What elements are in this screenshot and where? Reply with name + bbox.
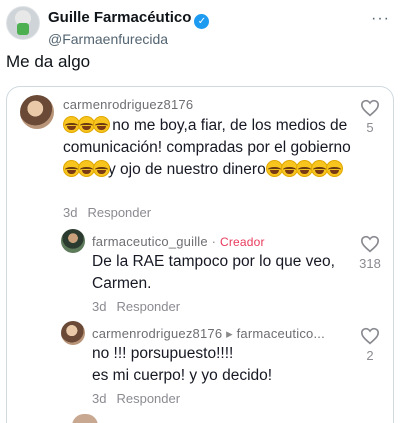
like-count: 318 [359,256,381,271]
author-avatar[interactable] [6,6,40,40]
like-count: 2 [366,348,374,363]
comment-text-line: no !!! porsupuesto!!!! [92,345,234,362]
comment-meta: 3d Responder [92,299,180,314]
heart-icon [360,327,380,345]
like-button[interactable]: 318 [352,235,388,271]
comment-item-reply: carmenrodriguez8176 ▸ farmaceutico... no… [7,319,393,415]
comment-text: no !!! porsupuesto!!!! es mi cuerpo! y y… [92,343,342,387]
laughing-emoji-icon [93,116,110,133]
comments-screenshot-card: carmenrodriguez8176 no me boy,a fiar, de… [6,86,394,423]
comment-time: 3d [63,205,78,220]
creator-avatar [61,229,85,253]
comment-time: 3d [92,299,107,314]
comment-text: De la RAE tampoco por lo que veo, Carmen… [92,253,335,292]
laughing-emoji-icon [93,160,110,177]
comment-username: carmenrodriguez8176 ▸ farmaceutico... [92,326,325,342]
laughing-emoji-icon [325,160,343,177]
comment-username: farmaceutico_guille · Creador [92,234,265,249]
comment-meta: 3d Responder [92,391,180,406]
comment-time: 3d [92,391,107,406]
heart-icon [360,235,380,253]
comment-item: carmenrodriguez8176 no me boy,a fiar, de… [7,87,393,227]
like-count: 5 [366,120,374,135]
reply-to-username: farmaceutico... [236,326,325,341]
comment-meta: 3d Responder [63,205,151,220]
reply-button[interactable]: Responder [116,299,180,314]
author-handle[interactable]: @Farmaenfurecida [48,31,209,47]
creator-badge: Creador [219,235,265,249]
author-display-name[interactable]: Guille Farmacéutico [48,9,191,26]
more-options-icon[interactable]: ··· [371,10,390,28]
comment-text-part: y ojo de nuestro dinero [108,161,266,178]
like-button[interactable]: 5 [355,99,385,135]
reply-button[interactable]: Responder [87,205,151,220]
commenter-avatar [61,321,85,345]
tweet-header: Guille Farmacéutico ✓ @Farmaenfurecida ··… [6,4,394,47]
verified-badge-icon: ✓ [194,14,210,29]
creator-username: farmaceutico_guille [92,234,208,249]
comment-username: carmenrodriguez8176 [63,97,194,112]
reply-arrow-icon: ▸ [222,326,237,341]
author-info: Guille Farmacéutico ✓ @Farmaenfurecida [48,9,210,47]
reply-username: carmenrodriguez8176 [92,326,223,341]
comment-text: no me boy,a fiar, de los medios de comun… [63,115,353,181]
tweet-text: Me da algo [6,52,91,71]
reply-button[interactable]: Responder [116,391,180,406]
comment-item-creator-reply: farmaceutico_guille · Creador De la RAE … [7,227,393,319]
heart-icon [360,99,380,117]
like-button[interactable]: 2 [355,327,385,363]
comment-text-line: es mi cuerpo! y yo decido! [92,367,273,384]
separator-dot: · [207,234,220,249]
commenter-avatar [20,95,54,129]
